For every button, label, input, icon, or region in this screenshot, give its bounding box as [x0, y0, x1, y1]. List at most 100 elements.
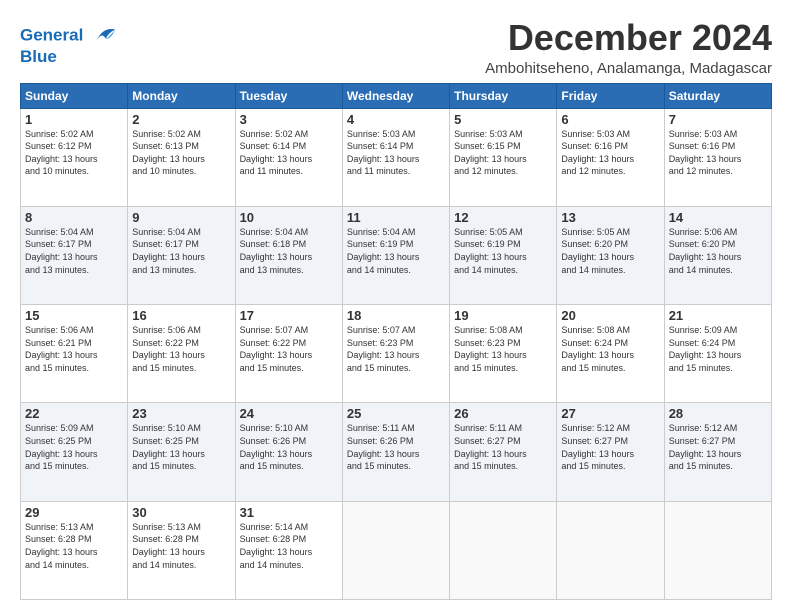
calendar-cell: 18Sunrise: 5:07 AM Sunset: 6:23 PM Dayli… [342, 305, 449, 403]
day-number: 4 [347, 112, 445, 127]
calendar-header-monday: Monday [128, 83, 235, 108]
day-number: 6 [561, 112, 659, 127]
calendar-cell: 15Sunrise: 5:06 AM Sunset: 6:21 PM Dayli… [21, 305, 128, 403]
calendar-header-saturday: Saturday [664, 83, 771, 108]
day-info: Sunrise: 5:04 AM Sunset: 6:18 PM Dayligh… [240, 226, 338, 276]
calendar-cell [450, 501, 557, 599]
day-info: Sunrise: 5:05 AM Sunset: 6:20 PM Dayligh… [561, 226, 659, 276]
day-info: Sunrise: 5:06 AM Sunset: 6:21 PM Dayligh… [25, 324, 123, 374]
main-title: December 2024 [485, 18, 772, 58]
day-info: Sunrise: 5:07 AM Sunset: 6:22 PM Dayligh… [240, 324, 338, 374]
calendar-cell: 1Sunrise: 5:02 AM Sunset: 6:12 PM Daylig… [21, 108, 128, 206]
calendar-cell: 24Sunrise: 5:10 AM Sunset: 6:26 PM Dayli… [235, 403, 342, 501]
day-number: 28 [669, 406, 767, 421]
day-info: Sunrise: 5:03 AM Sunset: 6:16 PM Dayligh… [561, 128, 659, 178]
day-number: 13 [561, 210, 659, 225]
calendar-cell: 4Sunrise: 5:03 AM Sunset: 6:14 PM Daylig… [342, 108, 449, 206]
day-number: 19 [454, 308, 552, 323]
day-number: 17 [240, 308, 338, 323]
day-info: Sunrise: 5:12 AM Sunset: 6:27 PM Dayligh… [561, 422, 659, 472]
logo-line2: Blue [20, 47, 117, 67]
calendar-cell: 6Sunrise: 5:03 AM Sunset: 6:16 PM Daylig… [557, 108, 664, 206]
calendar-header-friday: Friday [557, 83, 664, 108]
day-number: 18 [347, 308, 445, 323]
day-number: 25 [347, 406, 445, 421]
day-info: Sunrise: 5:11 AM Sunset: 6:27 PM Dayligh… [454, 422, 552, 472]
day-info: Sunrise: 5:14 AM Sunset: 6:28 PM Dayligh… [240, 521, 338, 571]
day-info: Sunrise: 5:09 AM Sunset: 6:25 PM Dayligh… [25, 422, 123, 472]
day-number: 11 [347, 210, 445, 225]
day-info: Sunrise: 5:09 AM Sunset: 6:24 PM Dayligh… [669, 324, 767, 374]
day-number: 23 [132, 406, 230, 421]
day-info: Sunrise: 5:04 AM Sunset: 6:17 PM Dayligh… [25, 226, 123, 276]
calendar-cell [342, 501, 449, 599]
calendar-cell: 19Sunrise: 5:08 AM Sunset: 6:23 PM Dayli… [450, 305, 557, 403]
calendar-cell: 17Sunrise: 5:07 AM Sunset: 6:22 PM Dayli… [235, 305, 342, 403]
calendar-week-row: 15Sunrise: 5:06 AM Sunset: 6:21 PM Dayli… [21, 305, 772, 403]
day-number: 12 [454, 210, 552, 225]
calendar-cell: 25Sunrise: 5:11 AM Sunset: 6:26 PM Dayli… [342, 403, 449, 501]
calendar-cell: 12Sunrise: 5:05 AM Sunset: 6:19 PM Dayli… [450, 206, 557, 304]
day-info: Sunrise: 5:02 AM Sunset: 6:14 PM Dayligh… [240, 128, 338, 178]
day-info: Sunrise: 5:13 AM Sunset: 6:28 PM Dayligh… [25, 521, 123, 571]
day-number: 8 [25, 210, 123, 225]
calendar-header-thursday: Thursday [450, 83, 557, 108]
day-info: Sunrise: 5:11 AM Sunset: 6:26 PM Dayligh… [347, 422, 445, 472]
calendar-cell [557, 501, 664, 599]
logo: General Blue [20, 22, 117, 67]
day-number: 14 [669, 210, 767, 225]
calendar-cell: 14Sunrise: 5:06 AM Sunset: 6:20 PM Dayli… [664, 206, 771, 304]
day-number: 1 [25, 112, 123, 127]
calendar-cell: 30Sunrise: 5:13 AM Sunset: 6:28 PM Dayli… [128, 501, 235, 599]
calendar-cell: 28Sunrise: 5:12 AM Sunset: 6:27 PM Dayli… [664, 403, 771, 501]
calendar-cell: 16Sunrise: 5:06 AM Sunset: 6:22 PM Dayli… [128, 305, 235, 403]
day-info: Sunrise: 5:08 AM Sunset: 6:24 PM Dayligh… [561, 324, 659, 374]
calendar-table: SundayMondayTuesdayWednesdayThursdayFrid… [20, 83, 772, 600]
day-number: 27 [561, 406, 659, 421]
calendar-cell: 22Sunrise: 5:09 AM Sunset: 6:25 PM Dayli… [21, 403, 128, 501]
day-number: 20 [561, 308, 659, 323]
calendar-header-tuesday: Tuesday [235, 83, 342, 108]
day-number: 21 [669, 308, 767, 323]
day-number: 24 [240, 406, 338, 421]
calendar-cell [664, 501, 771, 599]
day-number: 2 [132, 112, 230, 127]
calendar-cell: 5Sunrise: 5:03 AM Sunset: 6:15 PM Daylig… [450, 108, 557, 206]
top-area: General Blue December 2024 Ambohitseheno… [20, 18, 772, 77]
day-number: 30 [132, 505, 230, 520]
day-info: Sunrise: 5:04 AM Sunset: 6:19 PM Dayligh… [347, 226, 445, 276]
day-number: 26 [454, 406, 552, 421]
day-info: Sunrise: 5:10 AM Sunset: 6:25 PM Dayligh… [132, 422, 230, 472]
day-info: Sunrise: 5:07 AM Sunset: 6:23 PM Dayligh… [347, 324, 445, 374]
calendar-week-row: 22Sunrise: 5:09 AM Sunset: 6:25 PM Dayli… [21, 403, 772, 501]
subtitle: Ambohitseheno, Analamanga, Madagascar [485, 60, 772, 77]
day-info: Sunrise: 5:05 AM Sunset: 6:19 PM Dayligh… [454, 226, 552, 276]
day-number: 15 [25, 308, 123, 323]
day-number: 16 [132, 308, 230, 323]
day-number: 10 [240, 210, 338, 225]
day-number: 3 [240, 112, 338, 127]
calendar-cell: 2Sunrise: 5:02 AM Sunset: 6:13 PM Daylig… [128, 108, 235, 206]
calendar-cell: 13Sunrise: 5:05 AM Sunset: 6:20 PM Dayli… [557, 206, 664, 304]
day-info: Sunrise: 5:08 AM Sunset: 6:23 PM Dayligh… [454, 324, 552, 374]
day-info: Sunrise: 5:02 AM Sunset: 6:12 PM Dayligh… [25, 128, 123, 178]
day-info: Sunrise: 5:06 AM Sunset: 6:22 PM Dayligh… [132, 324, 230, 374]
calendar-cell: 29Sunrise: 5:13 AM Sunset: 6:28 PM Dayli… [21, 501, 128, 599]
day-info: Sunrise: 5:03 AM Sunset: 6:14 PM Dayligh… [347, 128, 445, 178]
calendar-cell: 9Sunrise: 5:04 AM Sunset: 6:17 PM Daylig… [128, 206, 235, 304]
title-area: December 2024 Ambohitseheno, Analamanga,… [485, 18, 772, 77]
calendar-cell: 7Sunrise: 5:03 AM Sunset: 6:16 PM Daylig… [664, 108, 771, 206]
day-number: 5 [454, 112, 552, 127]
page: General Blue December 2024 Ambohitseheno… [0, 0, 792, 612]
calendar-cell: 11Sunrise: 5:04 AM Sunset: 6:19 PM Dayli… [342, 206, 449, 304]
calendar-week-row: 8Sunrise: 5:04 AM Sunset: 6:17 PM Daylig… [21, 206, 772, 304]
day-info: Sunrise: 5:03 AM Sunset: 6:15 PM Dayligh… [454, 128, 552, 178]
day-number: 7 [669, 112, 767, 127]
calendar-header-wednesday: Wednesday [342, 83, 449, 108]
calendar-cell: 10Sunrise: 5:04 AM Sunset: 6:18 PM Dayli… [235, 206, 342, 304]
calendar-cell: 21Sunrise: 5:09 AM Sunset: 6:24 PM Dayli… [664, 305, 771, 403]
day-info: Sunrise: 5:06 AM Sunset: 6:20 PM Dayligh… [669, 226, 767, 276]
calendar-week-row: 1Sunrise: 5:02 AM Sunset: 6:12 PM Daylig… [21, 108, 772, 206]
calendar-cell: 3Sunrise: 5:02 AM Sunset: 6:14 PM Daylig… [235, 108, 342, 206]
day-info: Sunrise: 5:02 AM Sunset: 6:13 PM Dayligh… [132, 128, 230, 178]
